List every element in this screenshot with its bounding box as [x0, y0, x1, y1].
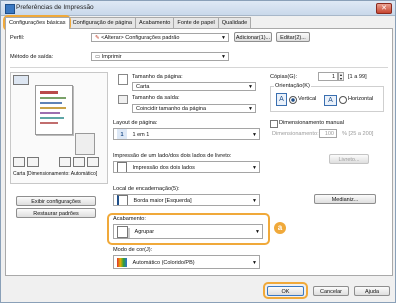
duplex-value: Impressão dos dois lados [132, 165, 195, 171]
color-print-icon [13, 157, 25, 167]
preview-icon-row [13, 157, 105, 167]
window-title: Preferências de Impressão [16, 4, 94, 11]
chevron-down-icon: ▼ [221, 54, 226, 60]
close-icon[interactable]: ✕ [376, 3, 392, 14]
tab-strip: Configurações básicas Configuração de pá… [5, 17, 252, 29]
chevron-down-icon: ▼ [255, 229, 260, 235]
collate-icon [87, 157, 99, 167]
preview-toggle-icon[interactable] [13, 75, 29, 85]
output-method-label: Método de saída: [10, 54, 54, 60]
page-size-icon [118, 74, 128, 85]
copies-spinner[interactable]: ▲ ▼ [338, 72, 344, 81]
cancel-button[interactable]: Cancelar [313, 286, 349, 296]
layout-select[interactable]: 1 1 em 1 ▼ [113, 128, 260, 140]
layout-value: 1 em 1 [132, 132, 150, 138]
orientation-label: Orientação(K) [274, 83, 311, 89]
preview-box: Carta [Dimensionamento: Automático] [10, 72, 108, 184]
output-method-value: Imprimir [101, 54, 122, 60]
show-settings-button[interactable]: Exibir configurações [16, 196, 96, 206]
finishing-value: Agrupar [134, 229, 155, 235]
binding-select[interactable]: Borda maior [Esquerda] ▼ [113, 194, 260, 206]
printer-icon: ▭ [95, 54, 102, 60]
layout-icon [59, 157, 71, 167]
color-palette-icon [117, 258, 127, 268]
ok-button[interactable]: OK [267, 286, 304, 296]
page-size-label: Tamanho da página: [132, 74, 183, 80]
chevron-down-icon: ▼ [221, 35, 226, 41]
restore-defaults-button[interactable]: Restaurar padrões [16, 208, 96, 218]
binding-icon [73, 157, 85, 167]
vertical-radio[interactable] [289, 96, 297, 104]
output-size-select[interactable]: Coincidir tamanho da página ▼ [132, 104, 256, 113]
tab-page-setup[interactable]: Configuração de página [68, 17, 136, 28]
gutter-button[interactable]: Medianiz... [314, 194, 376, 204]
manual-scaling-label: Dimensionamento manual [279, 120, 344, 126]
duplex-icon [27, 157, 39, 167]
copies-input[interactable]: 1 [318, 72, 338, 81]
horizontal-label: Horizontal [348, 96, 374, 102]
chevron-down-icon: ▼ [252, 198, 257, 204]
settings-panel: Perfil: ✎ <Alterar> Configurações padrão… [5, 28, 393, 276]
color-mode-select[interactable]: Automático (Colorido/PB) ▼ [113, 255, 260, 269]
layout-label: Layout de página: [113, 120, 158, 126]
printer-app-icon [5, 4, 15, 14]
chevron-down-icon: ▼ [252, 260, 257, 266]
output-size-value: Coincidir tamanho da página [136, 106, 207, 112]
scaling-input[interactable]: 100 [319, 129, 337, 138]
add-profile-button[interactable]: Adicionar(1)... [234, 32, 272, 42]
chevron-down-icon: ▼ [248, 106, 253, 112]
edit-profile-button[interactable]: Editar(2)... [276, 32, 310, 42]
duplex-select[interactable]: Impressão dos dois lados ▼ [113, 161, 260, 173]
help-button[interactable]: Ajuda [354, 286, 390, 296]
profile-value: <Alterar> Configurações padrão [101, 35, 180, 41]
title-bar: Preferências de Impressão ✕ [1, 1, 395, 16]
page-preview-icon [35, 85, 73, 135]
tab-basic-settings[interactable]: Configurações básicas [5, 17, 70, 29]
chevron-down-icon: ▼ [252, 165, 257, 171]
color-mode-label: Modo de cor(J): [113, 247, 153, 253]
page-size-select[interactable]: Carta ▼ [132, 82, 256, 91]
stapled-pages-icon [75, 133, 95, 155]
vertical-label: Vertical [298, 96, 317, 102]
divider [10, 67, 388, 68]
finishing-select[interactable]: Agrupar ▼ [113, 224, 263, 239]
color-mode-value: Automático (Colorido/PB) [132, 260, 195, 266]
horizontal-radio[interactable] [339, 96, 347, 104]
preview-caption: Carta [Dimensionamento: Automático] [13, 171, 98, 177]
copies-range: [1 a 99] [348, 74, 367, 80]
binding-value: Borda maior [Esquerda] [133, 198, 192, 204]
chevron-down-icon: ▼ [252, 132, 257, 138]
tab-paper-source[interactable]: Fonte de papel [173, 17, 219, 28]
profile-label: Perfil: [10, 35, 25, 41]
page-size-value: Carta [136, 84, 150, 90]
layout-number-icon: 1 [117, 129, 127, 139]
output-size-label: Tamanho da saída: [132, 95, 180, 101]
manual-scaling-checkbox[interactable] [270, 120, 278, 128]
tab-finishing[interactable]: Acabamento [135, 17, 175, 28]
scaling-range: % [25 a 200] [342, 131, 374, 137]
duplex-pages-icon [117, 162, 127, 172]
binding-edge-icon [117, 195, 128, 205]
collate-stack-icon [117, 225, 128, 238]
profile-select[interactable]: ✎ <Alterar> Configurações padrão ▼ [91, 33, 229, 42]
booklet-button[interactable]: Livreto... [329, 154, 369, 164]
finishing-label: Acabamento: [113, 216, 146, 222]
scaling-field-label: Dimensionamento: [272, 131, 319, 137]
print-preferences-window: Preferências de Impressão ✕ Configuraçõe… [0, 0, 396, 303]
chevron-down-icon: ▼ [248, 84, 253, 90]
landscape-icon: A [324, 95, 337, 106]
output-size-icon [118, 95, 128, 104]
tab-quality[interactable]: Qualidade [217, 17, 252, 28]
binding-label: Local de encadernação(5): [113, 186, 180, 192]
duplex-label: Impressão de um lado/dos dois lados de l… [113, 153, 232, 159]
callout-badge: a [274, 222, 286, 234]
portrait-icon: A [276, 93, 287, 106]
copies-label: Cópias(G): [270, 74, 298, 80]
output-method-select[interactable]: ▭ Imprimir ▼ [91, 52, 229, 61]
